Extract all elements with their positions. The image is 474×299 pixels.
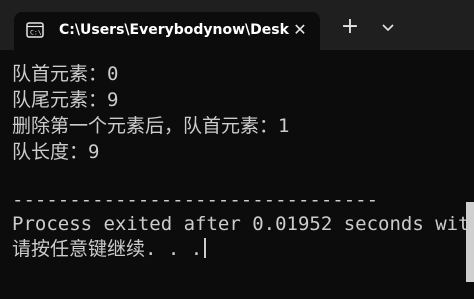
terminal-icon: C:\ — [26, 22, 44, 38]
tab-console[interactable]: C:\ C:\Users\Everybodynow\Desk ✕ — [14, 12, 320, 50]
prompt-text: 请按任意键继续. . . — [12, 238, 203, 260]
text-cursor — [204, 238, 207, 258]
console-line: 队尾元素：9 — [12, 89, 119, 111]
console-output[interactable]: 队首元素：0 队尾元素：9 删除第一个元素后，队首元素：1 队长度：9 ----… — [0, 50, 474, 299]
title-bar: C:\ C:\Users\Everybodynow\Desk ✕ + — [0, 0, 474, 50]
scrollbar-thumb[interactable] — [466, 202, 474, 282]
close-icon[interactable]: ✕ — [290, 20, 310, 40]
console-line: 删除第一个元素后，队首元素：1 — [12, 115, 290, 137]
console-line: 队长度：9 — [12, 141, 100, 163]
tab-title: C:\Users\Everybodynow\Desk — [59, 22, 289, 38]
terminal-window: C:\ C:\Users\Everybodynow\Desk ✕ + 队首元素：… — [0, 0, 474, 299]
plus-icon[interactable]: + — [338, 16, 362, 40]
svg-text:C:\: C:\ — [30, 29, 42, 37]
separator-line: -------------------------------- — [12, 189, 379, 211]
console-line: 队首元素：0 — [12, 63, 119, 85]
console-line: Process exited after 0.01952 seconds wit… — [12, 213, 474, 235]
console-prompt-line: 请按任意键继续. . . — [12, 237, 207, 261]
chevron-down-icon[interactable] — [378, 20, 398, 36]
